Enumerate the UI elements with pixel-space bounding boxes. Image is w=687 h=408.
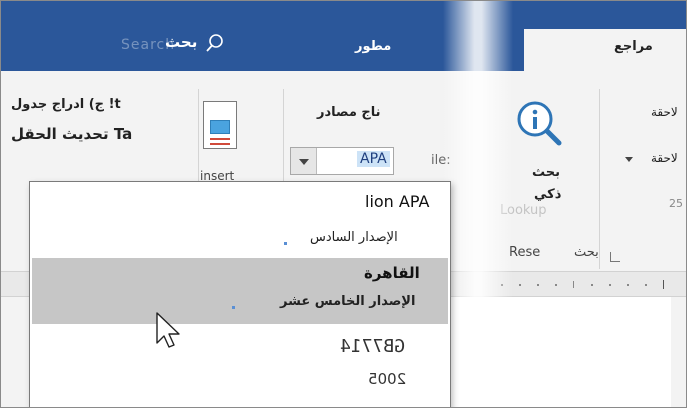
ruler-tick [663,280,664,289]
tab-developer[interactable]: مطور [355,39,391,54]
manage-sources-button[interactable]: ناج مصادر [317,105,381,120]
citation-style-select[interactable]: APA [290,147,394,175]
style-option-gb7714[interactable]: GB7714 2005 [32,328,448,407]
style-option-subtitle: الإصدار السادس [310,230,398,245]
chevron-down-icon[interactable] [625,157,633,162]
ruler-tick [519,284,521,286]
insert-caption-icon[interactable] [203,101,237,149]
edition-marker-icon [232,306,235,309]
caption-line [210,138,230,140]
style-option-title: lion APA [365,192,430,211]
ruler-tick [591,284,593,286]
ruler-tick [627,284,629,286]
search-label: بحث [165,33,198,51]
ruler-tick [609,284,611,286]
ruler-tick [555,284,557,286]
style-option-apa[interactable]: lion APA الإصدار السادس [32,184,448,258]
insert-table-of-figures[interactable]: ج) ادراج جدول !t [11,97,121,112]
smart-lookup-label-2: ذكي [534,187,562,202]
caption-line [210,143,230,145]
citation-style-gallery: lion APA الإصدار السادس القاهرة الإصدار … [29,181,451,407]
smart-lookup-label: بحث [532,165,561,180]
search-icon [206,34,223,52]
citations-item-2[interactable]: لاحقة [651,151,678,165]
style-option-subtitle: 2005 [368,370,407,388]
ruler-tick [645,284,647,286]
ruler-tick [537,284,539,286]
update-table-button[interactable]: تحديث الحقل Ta [11,125,132,143]
word-window: Search بحث مطور مراجع ج) ادراج جدول !t ت… [0,0,687,408]
motion-blur-overlay [443,1,513,407]
mouse-cursor-icon [156,312,180,348]
tab-references[interactable]: مراجع [524,29,686,71]
research-group-label-ar: بحث [574,245,599,260]
group-number: 25 [669,197,683,210]
ruler-tick [573,281,574,288]
style-option-title: القاهرة [364,264,420,282]
citation-style-value: APA [357,151,390,167]
chevron-down-icon[interactable] [291,148,317,174]
research-group-label: Rese [509,245,541,260]
style-option-subtitle: الإصدار الخامس عشر [280,294,416,309]
picture-icon [210,120,230,134]
dialog-launcher-icon[interactable] [610,252,620,262]
tab-references-label: مراجع [614,39,653,54]
ribbon-tab-bar: Search بحث مطور مراجع [1,1,686,71]
smart-lookup-icon[interactable] [513,97,565,149]
style-option-title: GB7714 [340,336,406,357]
edition-marker-icon [284,242,287,245]
group-divider [599,89,600,269]
style-option-chicago[interactable]: القاهرة الإصدار الخامس عشر [32,258,448,324]
citations-item-1[interactable]: لاحقة [651,105,678,119]
